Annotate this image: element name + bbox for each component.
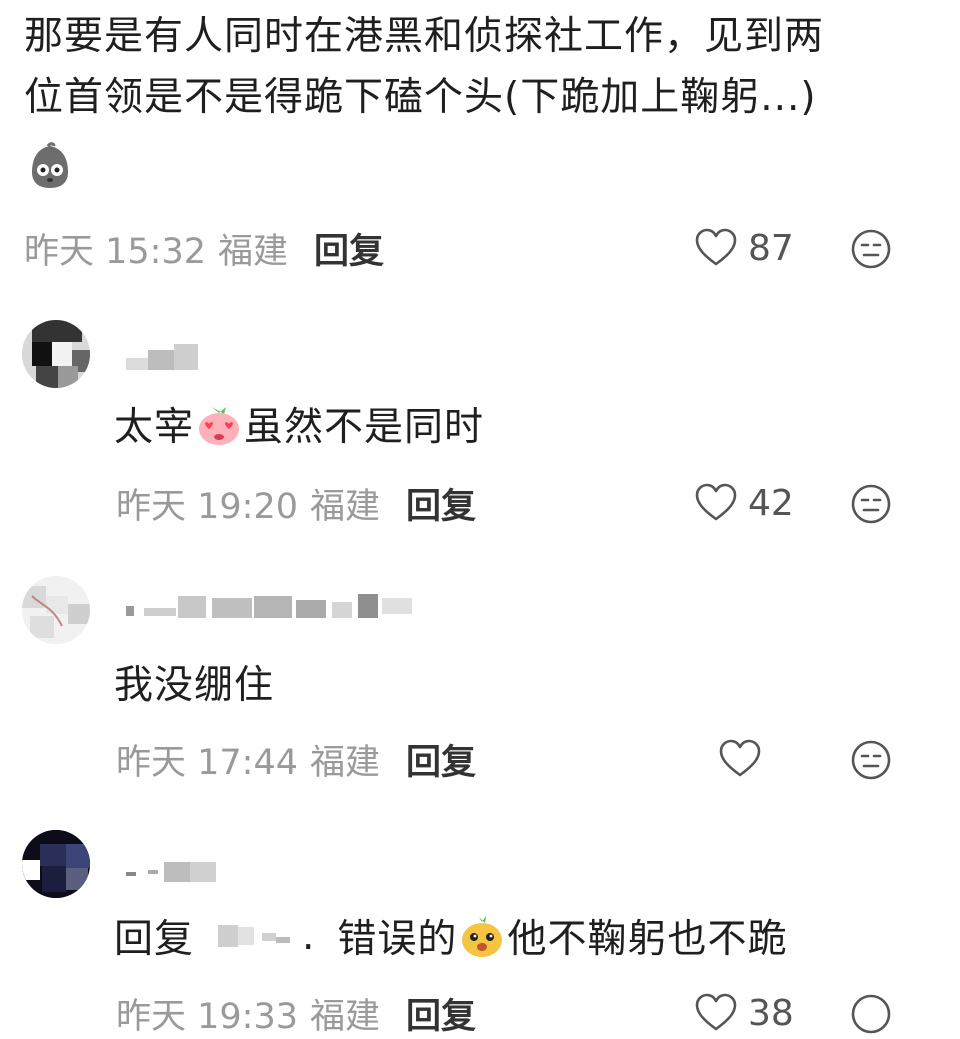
comment-meta: 昨天 19:33 福建 回复	[116, 988, 476, 1038]
comment-meta: 昨天 19:20 福建 回复	[116, 478, 476, 528]
comment-text: 太宰 虽然不是同时	[114, 398, 484, 450]
comment-time: 昨天 19:20	[116, 486, 298, 527]
heart-outline-icon	[695, 483, 737, 521]
post-reply-button[interactable]: 回复	[314, 223, 384, 274]
avatar-image	[22, 830, 90, 898]
username-blurred[interactable]	[126, 344, 198, 370]
post-like-button[interactable]: 87	[694, 223, 794, 273]
reply-target-suffix: .	[302, 913, 316, 959]
post-meta: 昨天 15:32 福建 回复	[24, 223, 384, 273]
post-text-line-1: 那要是有人同时在港黑和侦探社工作，见到两	[24, 14, 825, 59]
ghost-face-sticker	[32, 142, 68, 188]
avatar-image	[22, 576, 90, 644]
neutral-face-icon[interactable]	[850, 228, 892, 270]
comment-text: 我没绷住	[114, 656, 274, 708]
comment-reply-button[interactable]: 回复	[406, 478, 476, 529]
comment-location: 福建	[310, 486, 381, 527]
comment-text-part: 他不鞠躬也不跪	[507, 917, 788, 962]
strawberry-love-eyes-emoji	[199, 407, 240, 445]
neutral-face-icon[interactable]	[850, 483, 892, 525]
comment-reply-button[interactable]: 回复	[406, 988, 476, 1039]
comment-like-button[interactable]	[718, 734, 772, 784]
comment-time: 昨天 19:33	[116, 996, 298, 1037]
comment-like-button[interactable]: 38	[694, 988, 794, 1038]
neutral-face-icon[interactable]	[850, 739, 892, 781]
comment-text-part: 太宰	[114, 405, 195, 450]
post-text: 那要是有人同时在港黑和侦探社工作，见到两 位首领是不是得跪下磕个头(下跪加上鞠躬…	[24, 6, 924, 128]
comment-text-part: 我没绷住	[114, 663, 275, 708]
comment-time: 昨天 17:44	[116, 742, 298, 783]
avatar[interactable]	[22, 576, 90, 644]
comment-reply-button[interactable]: 回复	[406, 734, 476, 785]
comment-like-count: 42	[748, 482, 794, 524]
comment-text: 回复 . 错误的 他不鞠躬也不跪	[114, 910, 788, 963]
avatar[interactable]	[22, 320, 90, 388]
comment-like-count: 38	[748, 992, 794, 1034]
comment-location: 福建	[310, 742, 381, 783]
puppy-face-emoji	[462, 916, 503, 957]
heart-outline-icon	[695, 993, 737, 1031]
avatar[interactable]	[22, 830, 90, 898]
comment-text-part: 错误的	[337, 917, 458, 962]
post-text-line-2: 位首领是不是得跪下磕个头(下跪加上鞠躬...)	[24, 75, 817, 120]
reply-prefix: 回复	[114, 917, 195, 962]
post-location: 福建	[218, 231, 289, 272]
post-like-count: 87	[748, 227, 794, 269]
heart-outline-icon	[695, 228, 737, 266]
neutral-face-icon[interactable]	[850, 993, 892, 1035]
comment-text-part: 虽然不是同时	[244, 405, 485, 450]
username-blurred[interactable]	[126, 858, 218, 884]
avatar-image	[22, 320, 90, 388]
post-time: 昨天 15:32	[24, 231, 206, 272]
reply-target-username-blurred[interactable]	[218, 921, 298, 951]
username-blurred[interactable]	[126, 592, 416, 618]
comment-like-button[interactable]: 42	[694, 478, 794, 528]
heart-outline-icon	[719, 739, 761, 777]
comment-meta: 昨天 17:44 福建 回复	[116, 734, 476, 784]
comment-location: 福建	[310, 996, 381, 1037]
